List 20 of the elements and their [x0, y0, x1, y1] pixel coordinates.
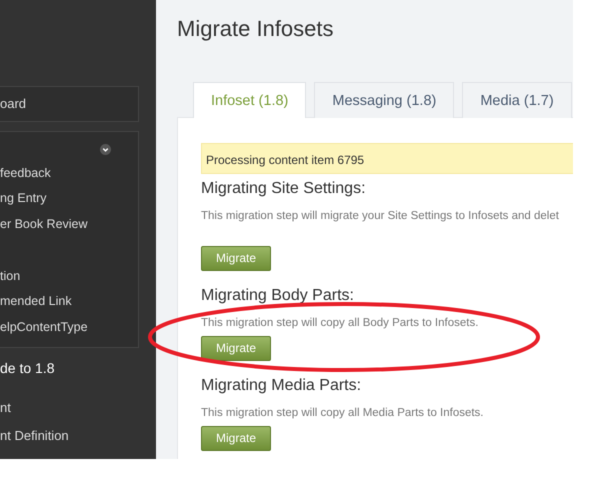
page-title: Migrate Infosets: [177, 16, 335, 42]
sidebar-heading: de to 1.8: [0, 359, 56, 378]
sidebar-item[interactable]: elpContentType: [0, 320, 88, 334]
section-description: This migration step will migrate your Site Settings to Infosets and delet: [201, 209, 560, 224]
section-heading: Migrating Media Parts:: [201, 376, 362, 396]
status-alert: Processing content item 6795: [201, 143, 573, 174]
sidebar-item[interactable]: er Book Review: [0, 217, 88, 232]
section-description: This migration step will copy all Media Parts to Infosets.: [201, 406, 485, 420]
section-heading: Migrating Site Settings:: [201, 179, 367, 200]
tab[interactable]: Media (1.7): [462, 82, 572, 118]
section-heading: Migrating Body Parts:: [201, 286, 355, 306]
sidebar-item[interactable]: mended Link: [0, 294, 72, 308]
sidebar-item[interactable]: tion: [0, 268, 20, 283]
section-description: This migration step will copy all Body Parts to Infosets.: [201, 316, 480, 330]
tab[interactable]: Messaging (1.8): [314, 82, 454, 118]
sidebar-item[interactable]: feedback: [0, 166, 51, 180]
chevron-down-icon[interactable]: [100, 144, 111, 154]
sidebar-item[interactable]: nt: [0, 398, 156, 418]
sidebar-item[interactable]: ng Entry: [0, 191, 47, 206]
sidebar-item[interactable]: nt Definition: [0, 426, 156, 446]
